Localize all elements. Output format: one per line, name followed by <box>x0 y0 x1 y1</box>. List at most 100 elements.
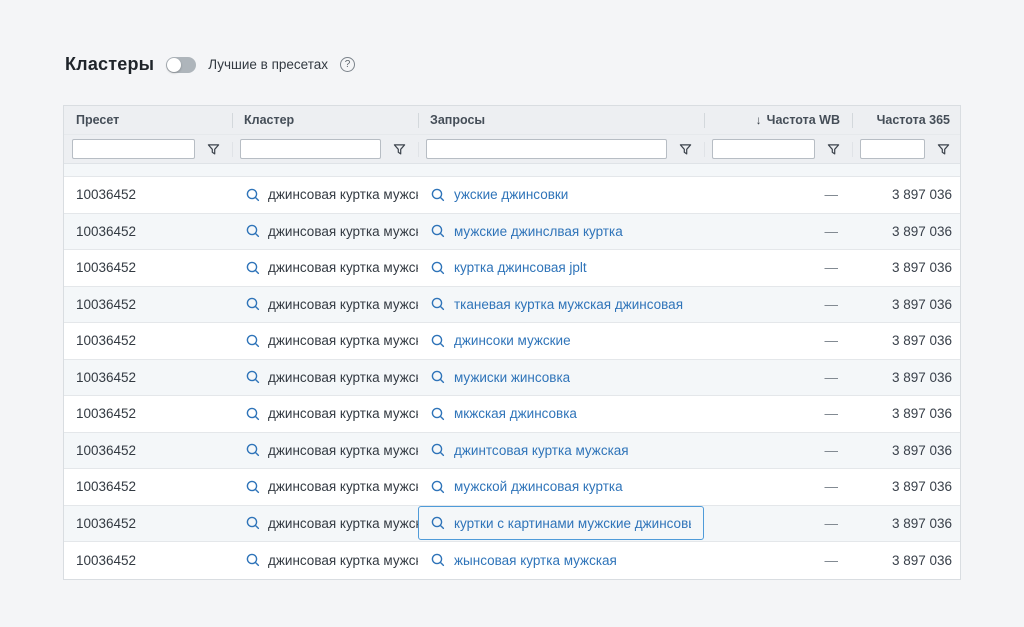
cluster-cell: джинсовая куртка мужска <box>232 469 418 505</box>
preset-value: 10036452 <box>76 370 136 385</box>
column-header-label: Частота 365 <box>877 113 950 127</box>
page-title: Кластеры <box>65 54 154 75</box>
search-icon[interactable] <box>246 297 260 311</box>
filter-input-2[interactable] <box>426 139 667 159</box>
search-icon[interactable] <box>431 261 445 275</box>
search-icon[interactable] <box>431 443 445 457</box>
filter-input-3[interactable] <box>712 139 815 159</box>
freq-365-value: 3 897 036 <box>892 443 952 458</box>
query-cell: жынсовая куртка мужская <box>418 542 704 579</box>
column-header-0[interactable]: Пресет <box>64 106 232 134</box>
table-header-row: ПресетКластер Запросы ↓ Частота WB Частота 3… <box>64 106 960 135</box>
freq-365-value: 3 897 036 <box>892 260 952 275</box>
help-icon[interactable]: ? <box>340 57 355 72</box>
freq-wb-cell: — <box>704 360 852 396</box>
query-link[interactable]: мужские джинслвая куртка <box>454 224 623 239</box>
query-link[interactable]: жынсовая куртка мужская <box>454 553 617 568</box>
search-icon[interactable] <box>246 188 260 202</box>
column-header-2[interactable]: Запросы <box>418 106 704 134</box>
search-icon[interactable] <box>431 480 445 494</box>
cluster-value: джинсовая куртка мужска <box>268 187 418 202</box>
filter-input-1[interactable] <box>240 139 381 159</box>
freq-365-value: 3 897 036 <box>892 224 952 239</box>
filter-cell-3 <box>704 135 852 163</box>
query-link[interactable]: мужиски жинсовка <box>454 370 570 385</box>
preset-cell: 10036452 <box>64 542 232 579</box>
search-icon[interactable] <box>431 297 445 311</box>
preset-value: 10036452 <box>76 406 136 421</box>
query-link[interactable]: джинтсовая куртка мужская <box>454 443 629 458</box>
partially-scrolled-row <box>64 164 960 177</box>
search-icon[interactable] <box>431 334 445 348</box>
cluster-value: джинсовая куртка мужска <box>268 297 418 312</box>
table-row: 10036452 джинсовая куртка мужска мужиски… <box>64 360 960 397</box>
freq-365-value: 3 897 036 <box>892 187 952 202</box>
freq-wb-value: — <box>825 479 839 494</box>
table-row: 10036452 джинсовая куртка мужска куртка … <box>64 250 960 287</box>
freq-wb-value: — <box>825 553 839 568</box>
filter-funnel-icon[interactable] <box>674 138 696 160</box>
freq-wb-cell: — <box>704 433 852 469</box>
search-icon[interactable] <box>246 480 260 494</box>
column-header-label: Запросы <box>430 113 485 127</box>
freq-365-cell: 3 897 036 <box>852 287 962 323</box>
search-icon[interactable] <box>246 407 260 421</box>
query-link[interactable]: тканевая куртка мужская джинсовая <box>454 297 683 312</box>
query-cell-inner: куртки с картинами мужские джинсовые <box>418 506 704 540</box>
query-link[interactable]: ужские джинсовки <box>454 187 568 202</box>
freq-365-cell: 3 897 036 <box>852 360 962 396</box>
cluster-cell: джинсовая куртка мужска <box>232 360 418 396</box>
preset-cell: 10036452 <box>64 506 232 542</box>
table-row: 10036452 джинсовая куртка мужска тканева… <box>64 287 960 324</box>
search-icon[interactable] <box>246 443 260 457</box>
preset-value: 10036452 <box>76 297 136 312</box>
freq-365-cell: 3 897 036 <box>852 250 962 286</box>
search-icon[interactable] <box>246 224 260 238</box>
cluster-value: джинсовая куртка мужска <box>268 553 418 568</box>
query-link[interactable]: куртки с картинами мужские джинсовые <box>454 516 691 531</box>
freq-365-cell: 3 897 036 <box>852 177 962 213</box>
query-link[interactable]: джинсоки мужские <box>454 333 571 348</box>
query-link[interactable]: куртка джинсовая jplt <box>454 260 587 275</box>
sort-desc-icon: ↓ <box>756 113 762 127</box>
search-icon[interactable] <box>431 553 445 567</box>
freq-365-value: 3 897 036 <box>892 297 952 312</box>
query-link[interactable]: мужской джинсовая куртка <box>454 479 623 494</box>
filter-input-0[interactable] <box>72 139 195 159</box>
search-icon[interactable] <box>431 224 445 238</box>
search-icon[interactable] <box>431 188 445 202</box>
query-link[interactable]: мкжская джинсовка <box>454 406 577 421</box>
freq-wb-cell: — <box>704 177 852 213</box>
query-cell: тканевая куртка мужская джинсовая <box>418 287 704 323</box>
cluster-cell: джинсовая куртка мужска <box>232 433 418 469</box>
search-icon[interactable] <box>246 334 260 348</box>
cluster-cell: джинсовая куртка мужска <box>232 177 418 213</box>
search-icon[interactable] <box>431 407 445 421</box>
freq-365-value: 3 897 036 <box>892 479 952 494</box>
column-header-1[interactable]: Кластер <box>232 106 418 134</box>
query-cell-inner: мужские джинслвая куртка <box>418 214 704 248</box>
column-header-4[interactable]: Частота 365 <box>852 106 962 134</box>
search-icon[interactable] <box>431 516 445 530</box>
filter-funnel-icon[interactable] <box>822 138 844 160</box>
search-icon[interactable] <box>246 553 260 567</box>
column-header-3[interactable]: ↓ Частота WB <box>704 106 852 134</box>
search-icon[interactable] <box>246 261 260 275</box>
cluster-value: джинсовая куртка мужска <box>268 224 418 239</box>
filter-input-4[interactable] <box>860 139 925 159</box>
column-header-label: Частота WB <box>767 113 840 127</box>
search-icon[interactable] <box>431 370 445 384</box>
preset-value: 10036452 <box>76 479 136 494</box>
toggle-label: Лучшие в пресетах <box>208 57 328 72</box>
toggle-knob <box>167 58 181 72</box>
search-icon[interactable] <box>246 370 260 384</box>
filter-funnel-icon[interactable] <box>388 138 410 160</box>
filter-funnel-icon[interactable] <box>932 138 954 160</box>
query-cell-inner: ужские джинсовки <box>418 178 704 212</box>
best-in-presets-toggle[interactable] <box>166 57 196 73</box>
search-icon[interactable] <box>246 516 260 530</box>
freq-365-cell: 3 897 036 <box>852 396 962 432</box>
filter-cell-2 <box>418 135 704 163</box>
filter-funnel-icon[interactable] <box>202 138 224 160</box>
preset-value: 10036452 <box>76 516 136 531</box>
